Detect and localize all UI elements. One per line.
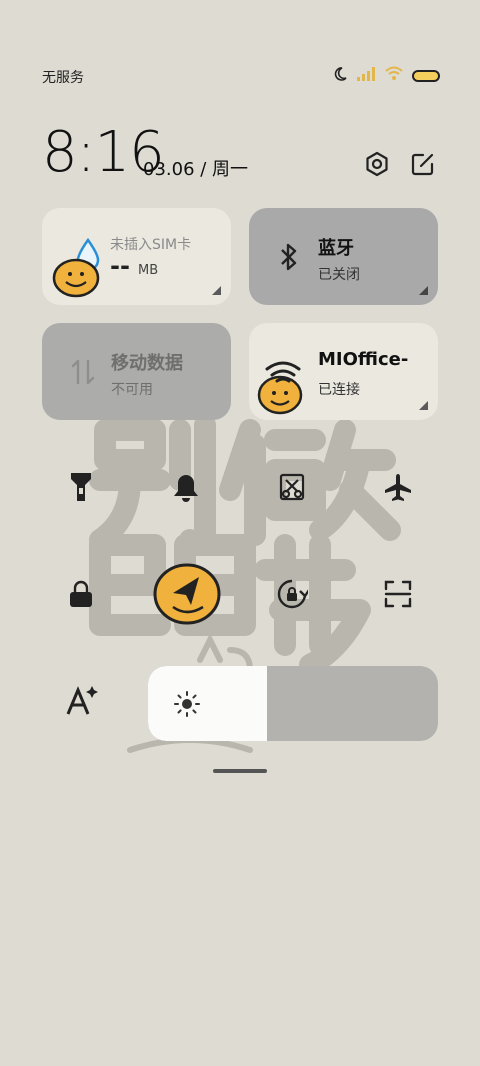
bell-icon[interactable] <box>168 469 204 505</box>
bluetooth-tile[interactable]: 蓝牙 已关闭 <box>249 208 438 305</box>
bluetooth-label: 蓝牙 <box>318 238 354 259</box>
wifi-icon <box>384 66 404 86</box>
expand-corner-icon <box>212 286 221 295</box>
drag-handle[interactable] <box>213 769 267 773</box>
sim-status-label: 未插入SIM卡 <box>110 237 192 253</box>
screenshot-icon[interactable] <box>274 469 310 505</box>
lock-icon[interactable] <box>63 576 99 612</box>
wifi-tile[interactable]: MIOffice- 已连接 <box>249 323 438 420</box>
signal-icon <box>356 66 376 86</box>
data-usage-value: -- <box>110 252 130 280</box>
mobile-data-tile[interactable]: 移动数据 不可用 <box>42 323 231 420</box>
bluetooth-icon <box>281 243 297 271</box>
settings-icon[interactable] <box>363 150 391 178</box>
smiley-droplet-icon <box>52 237 100 298</box>
wifi-status: 已连接 <box>318 382 360 398</box>
clock-date: 03.06 / 周一 <box>143 159 249 180</box>
status-icons <box>332 66 440 86</box>
battery-icon <box>412 70 440 82</box>
location-icon[interactable] <box>150 560 224 626</box>
sim-tile[interactable]: 未插入SIM卡 -- MB <box>42 208 231 305</box>
scanner-icon[interactable] <box>380 576 416 612</box>
wifi-network-name: MIOffice- <box>318 349 409 370</box>
rotation-lock-icon[interactable] <box>274 576 310 612</box>
moon-icon <box>332 66 348 86</box>
smiley-wifi-icon <box>257 361 303 415</box>
brightness-slider[interactable] <box>148 666 438 741</box>
font-size-icon[interactable] <box>63 683 99 719</box>
edit-icon[interactable] <box>409 150 437 178</box>
expand-corner-icon <box>419 401 428 410</box>
brightness-fill <box>148 666 267 741</box>
flashlight-icon[interactable] <box>63 469 99 505</box>
data-usage-unit: MB <box>138 263 159 278</box>
carrier-label: 无服务 <box>42 70 84 86</box>
mobile-data-label: 移动数据 <box>111 353 183 374</box>
expand-corner-icon <box>419 286 428 295</box>
bluetooth-status: 已关闭 <box>318 267 360 283</box>
sun-icon <box>174 691 200 717</box>
airplane-icon[interactable] <box>380 469 416 505</box>
mobile-data-status: 不可用 <box>111 382 153 398</box>
data-arrows-icon <box>71 359 95 385</box>
